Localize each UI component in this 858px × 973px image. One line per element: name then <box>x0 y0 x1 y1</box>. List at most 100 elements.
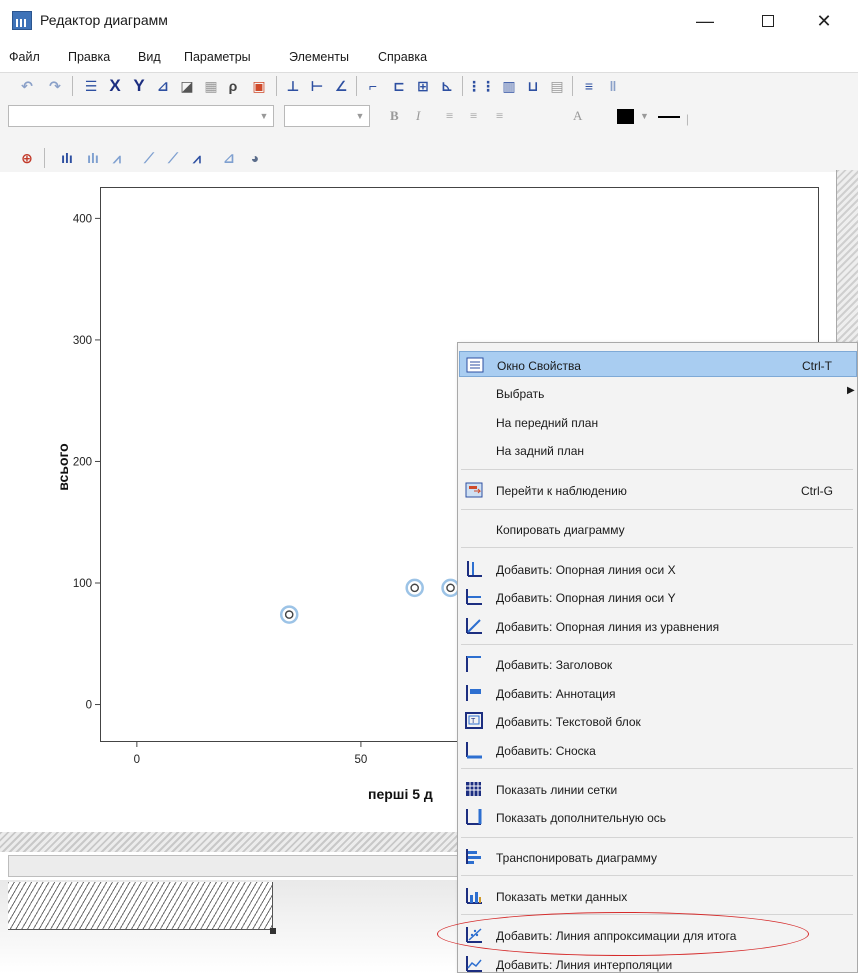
title-bar: Редактор диаграмм — ✕ <box>0 0 858 42</box>
data-point[interactable] <box>279 605 299 624</box>
y-tick-label: 100 <box>73 578 92 590</box>
x-reference-line-icon[interactable]: ⊥ <box>284 77 302 95</box>
menu-item-add-y-reference-line[interactable]: Добавить: Опорная линия оси Y <box>459 584 857 610</box>
italic-button[interactable]: I <box>416 108 420 124</box>
scale-icon[interactable]: ⊿ <box>154 77 172 95</box>
menu-options[interactable]: Параметры <box>184 50 251 64</box>
menu-item-label: Перейти к наблюдению <box>496 484 627 498</box>
y-axis-select-icon[interactable]: Y <box>130 76 148 95</box>
menu-help[interactable]: Справка <box>378 50 427 64</box>
y-axis-title[interactable]: всього <box>55 443 71 490</box>
secondary-axis-icon[interactable]: ⊔ <box>524 77 542 95</box>
highlight-ellipse-annotation <box>437 912 809 956</box>
legend-icon[interactable]: ▤ <box>548 77 566 95</box>
grid-icon[interactable]: ▥ <box>500 77 518 95</box>
align-left-icon[interactable]: ≡ <box>446 108 453 124</box>
menu-separator <box>461 644 853 645</box>
line-style-dropdown[interactable]: | <box>686 111 689 127</box>
title-icon[interactable]: ⌐ <box>364 77 382 95</box>
interpolation-line-icon <box>466 956 482 972</box>
text-box-icon[interactable]: ⊞ <box>414 77 432 95</box>
align-center-icon[interactable]: ≡ <box>470 108 477 124</box>
minimize-button[interactable]: — <box>685 6 725 36</box>
annotation-icon <box>466 685 481 701</box>
menu-elements[interactable]: Элементы <box>289 50 349 64</box>
bar-chart-icon[interactable]: ılı <box>84 149 102 167</box>
menu-item-add-x-reference-line[interactable]: Добавить: Опорная линия оси X <box>459 556 857 582</box>
resize-handle[interactable] <box>270 928 276 934</box>
menu-item-label: Показать метки данных <box>496 890 628 904</box>
footnote-icon[interactable]: ⊾ <box>438 77 456 95</box>
menu-item-show-secondary-axis[interactable]: Показать дополнительную ось <box>459 804 857 830</box>
equation-line-icon <box>466 618 482 634</box>
menu-item-label: На задний план <box>496 444 585 458</box>
redo-icon[interactable]: ↷ <box>46 77 64 95</box>
close-button[interactable]: ✕ <box>804 6 844 36</box>
undo-icon[interactable]: ↶ <box>18 77 36 95</box>
toolbar-row-3: ⊕ ılı ılı ⩘ ⟋ ⟋ ⩘ ⊿ ◕ <box>0 145 858 172</box>
menu-item-show-data-labels[interactable]: Показать метки данных <box>459 883 857 909</box>
menu-view[interactable]: Вид <box>138 50 161 64</box>
crosshair-icon[interactable]: ⊕ <box>18 149 36 167</box>
fit-line-icon[interactable]: ⟋ <box>140 149 158 167</box>
chevron-down-icon: ▼ <box>259 111 269 121</box>
menu-item-add-text-box[interactable]: T Добавить: Текстовой блок <box>459 708 857 734</box>
menu-item-goto-case[interactable]: Перейти к наблюдению Ctrl-G <box>459 477 857 503</box>
fill-color-swatch[interactable] <box>617 109 634 124</box>
menu-item-send-to-back[interactable]: На задний план <box>459 437 857 463</box>
menu-item-bring-to-front[interactable]: На передний план <box>459 409 857 435</box>
lasso-icon[interactable]: ρ <box>224 77 242 95</box>
interpolation-line-icon[interactable]: ⩘ <box>188 149 206 167</box>
toolbar-separator <box>356 76 357 96</box>
menu-item-label: Транспонировать диаграмму <box>496 851 657 865</box>
align-right-icon[interactable]: ≡ <box>496 108 503 124</box>
line-style-swatch[interactable] <box>658 116 680 118</box>
grid-lines-icon[interactable]: ⋮⋮ <box>467 77 495 95</box>
text-box-icon: T <box>465 712 483 729</box>
fit-subgroup-icon[interactable]: ⟋ <box>164 149 182 167</box>
x-axis-title[interactable]: перші 5 д <box>368 786 433 802</box>
toolbar-separator <box>276 76 277 96</box>
font-family-combo[interactable]: ▼ <box>8 105 274 127</box>
annotation-icon[interactable]: ⊏ <box>390 77 408 95</box>
font-color-button[interactable]: A <box>573 108 582 124</box>
menu-item-select[interactable]: Выбрать ▶ <box>459 380 857 406</box>
menu-separator <box>461 509 853 510</box>
menu-item-label: Добавить: Опорная линия оси X <box>496 563 676 577</box>
frame-icon[interactable]: ▦ <box>202 77 220 95</box>
goto-case-icon[interactable]: ▣ <box>250 77 268 95</box>
line-chart-icon[interactable]: ⩘ <box>108 149 126 167</box>
menu-item-transpose-chart[interactable]: Транспонировать диаграмму <box>459 844 857 870</box>
data-labels-icon[interactable]: ılı <box>58 149 76 167</box>
x-axis-select-icon[interactable]: X <box>106 76 124 95</box>
y-tick-label: 0 <box>86 700 92 712</box>
menu-item-add-title[interactable]: Добавить: Заголовок <box>459 651 857 677</box>
y-axis[interactable]: 0 100 200 300 400 <box>73 213 101 712</box>
properties-icon[interactable]: ☰ <box>82 77 100 95</box>
menu-item-properties-window[interactable]: Окно Свойства Ctrl-T <box>459 351 857 377</box>
data-point[interactable] <box>405 578 424 598</box>
menu-separator <box>461 469 853 470</box>
zoom-icon[interactable]: ◪ <box>178 77 196 95</box>
bar-icon[interactable]: ‖ <box>604 77 622 95</box>
menu-file[interactable]: Файл <box>9 50 40 64</box>
y-reference-line-icon[interactable]: ⊢ <box>308 77 326 95</box>
menu-item-add-annotation[interactable]: Добавить: Аннотация <box>459 680 857 706</box>
menu-edit[interactable]: Правка <box>68 50 110 64</box>
maximize-button[interactable] <box>748 6 788 36</box>
area-icon[interactable]: ⊿ <box>220 149 238 167</box>
font-size-combo[interactable]: ▼ <box>284 105 370 127</box>
menu-item-add-footnote[interactable]: Добавить: Сноска <box>459 737 857 763</box>
menu-item-label: Добавить: Заголовок <box>496 658 613 672</box>
menu-item-show-grid-lines[interactable]: Показать линии сетки <box>459 776 857 802</box>
x-tick-label: 50 <box>355 754 368 766</box>
menu-item-copy-chart[interactable]: Копировать диаграмму <box>459 516 857 542</box>
equation-line-icon[interactable]: ∠ <box>332 77 350 95</box>
transpose-icon[interactable]: ≡ <box>580 77 598 95</box>
chevron-down-icon[interactable]: ▼ <box>640 111 649 121</box>
properties-icon <box>466 357 484 373</box>
bold-button[interactable]: B <box>390 108 399 124</box>
menu-item-add-equation-line[interactable]: Добавить: Опорная линия из уравнения <box>459 613 857 639</box>
pie-icon[interactable]: ◕ <box>246 149 264 167</box>
menu-item-label: Копировать диаграмму <box>496 523 625 537</box>
